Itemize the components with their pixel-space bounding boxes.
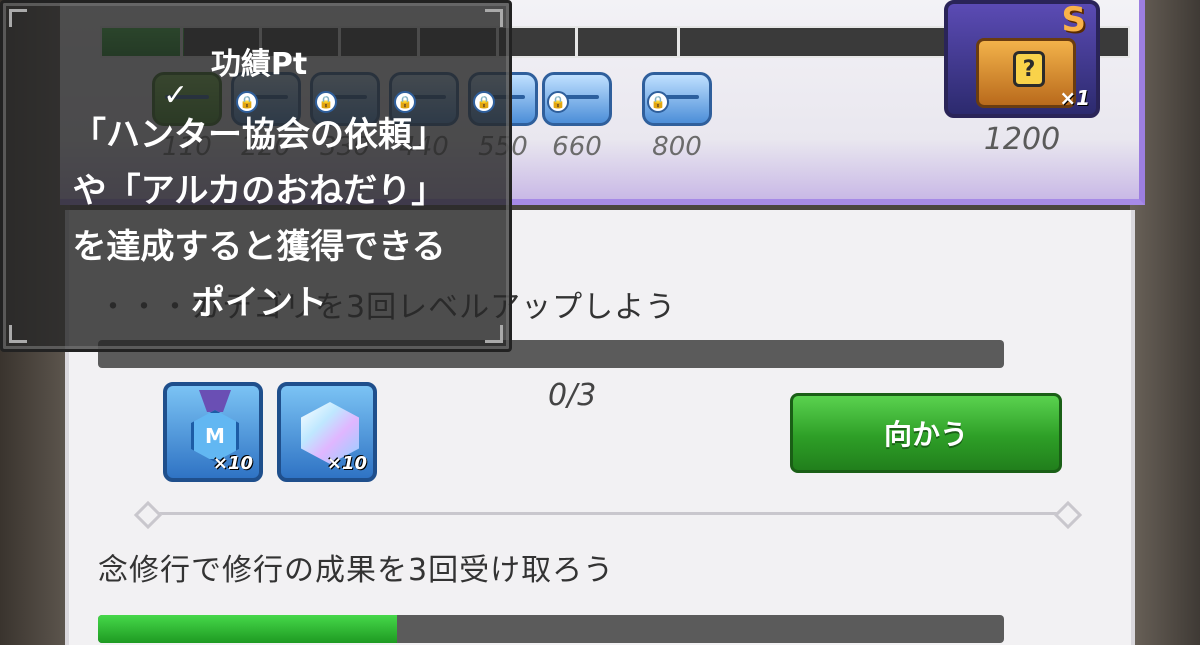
lock-icon: 🔒 <box>315 91 337 113</box>
lock-icon: 🔒 <box>547 91 569 113</box>
reward-count: ×1 <box>1059 86 1090 110</box>
milestone-660[interactable]: 🔒 660 <box>538 72 616 162</box>
lock-icon: 🔒 <box>394 91 416 113</box>
tooltip-corner <box>485 325 503 343</box>
tooltip-body: 「ハンター協会の依頼」や「アルカのおねだり」を達成すると獲得できるポイント <box>72 115 446 323</box>
reward-medal[interactable]: M ×10 <box>163 382 263 482</box>
milestone-value: 800 <box>652 132 702 162</box>
final-reward-value: 1200 <box>983 122 1061 157</box>
tooltip-corner <box>9 9 27 27</box>
final-reward-box: ? S ×1 <box>944 0 1100 118</box>
checkmark-icon: ✓ <box>163 78 189 113</box>
mission-title: 念修行で修行の成果を3回受け取ろう <box>98 553 615 588</box>
milestone-800[interactable]: 🔒 800 <box>638 72 716 162</box>
mission-progress-fill <box>98 615 397 643</box>
final-reward[interactable]: ? S ×1 1200 <box>944 0 1100 157</box>
lock-icon: 🔒 <box>473 91 495 113</box>
mission-item: 念修行で修行の成果を3回受け取ろう <box>98 545 1004 643</box>
lock-icon: 🔒 <box>647 91 669 113</box>
mission-divider <box>148 512 1068 515</box>
rank-badge: S <box>1061 0 1087 40</box>
medal-ribbon <box>199 390 231 412</box>
question-mark-icon: ? <box>1013 51 1045 87</box>
chest-icon: 🔒 <box>642 72 712 126</box>
tooltip-title: 功績Pt <box>210 47 308 82</box>
tooltip-corner <box>485 9 503 27</box>
reward-quantity: ×10 <box>212 453 253 474</box>
chest-icon: 🔒 <box>542 72 612 126</box>
tooltip-corner <box>9 325 27 343</box>
mission-progress-text: 0/3 <box>548 378 597 413</box>
mission-progress-bar <box>98 615 1004 643</box>
lock-icon: 🔒 <box>236 91 258 113</box>
go-button[interactable]: 向かう <box>790 393 1062 473</box>
reward-quantity: ×10 <box>326 453 367 474</box>
progress-tick <box>677 28 680 56</box>
points-tooltip[interactable]: 功績Pt 「ハンター協会の依頼」や「アルカのおねだり」を達成すると獲得できるポイ… <box>0 0 512 352</box>
reward-gem[interactable]: ×10 <box>277 382 377 482</box>
milestone-value: 660 <box>552 132 602 162</box>
progress-tick <box>575 28 578 56</box>
